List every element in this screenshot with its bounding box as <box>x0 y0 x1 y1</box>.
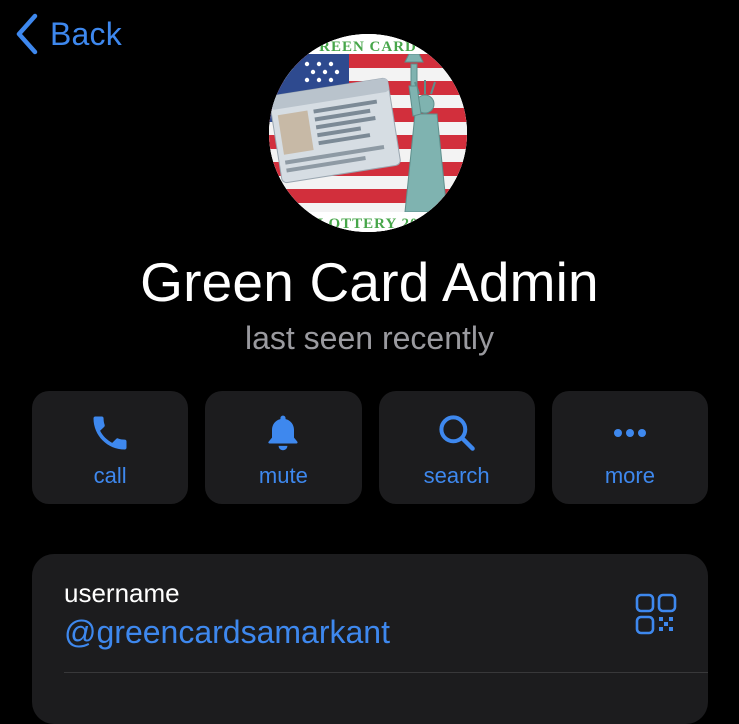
search-button[interactable]: search <box>378 391 535 504</box>
qr-code-button[interactable] <box>634 592 678 636</box>
back-label: Back <box>50 15 122 52</box>
username-value[interactable]: @greencardsamarkant <box>64 614 390 651</box>
profile-name: Green Card Admin <box>140 251 599 313</box>
search-label: search <box>423 463 490 488</box>
mute-label: mute <box>258 463 308 488</box>
more-dots-icon <box>608 411 652 455</box>
back-button[interactable]: Back <box>14 10 122 58</box>
profile-avatar[interactable]: REEN CARD LOTTERY 20 <box>269 34 467 232</box>
search-icon <box>435 411 479 455</box>
more-label: more <box>604 463 655 488</box>
info-card: username @greencardsamarkant <box>32 554 708 724</box>
svg-text:REEN CARD: REEN CARD <box>319 39 417 55</box>
username-label: username <box>64 578 180 608</box>
phone-icon <box>88 411 132 455</box>
qr-code-icon <box>634 593 678 640</box>
profile-actions: call mute search more <box>32 391 708 504</box>
more-button[interactable]: more <box>551 391 708 504</box>
divider <box>64 672 708 673</box>
svg-text:LOTTERY 20: LOTTERY 20 <box>317 216 418 232</box>
last-seen-status: last seen recently <box>244 320 494 356</box>
green-card-lottery-avatar-image: REEN CARD LOTTERY 20 <box>269 34 467 232</box>
bell-icon <box>261 411 305 455</box>
mute-button[interactable]: mute <box>205 391 362 504</box>
chevron-left-icon <box>14 12 40 56</box>
call-button[interactable]: call <box>32 391 189 504</box>
call-label: call <box>93 463 127 488</box>
